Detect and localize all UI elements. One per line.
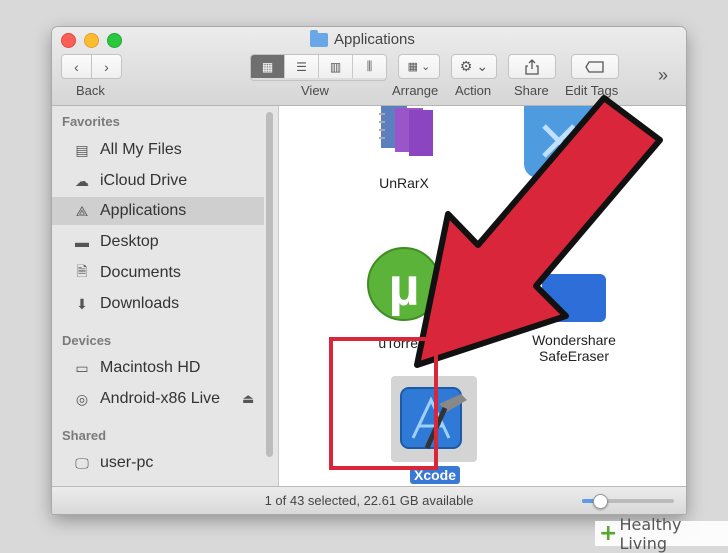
red-pointer-arrow (414, 95, 663, 368)
watermark: + Healthy Living (595, 515, 728, 553)
watermark-text: Healthy Living (619, 514, 682, 553)
xcode-highlight-box (329, 337, 438, 470)
watermark-plus-icon: + (599, 521, 618, 546)
